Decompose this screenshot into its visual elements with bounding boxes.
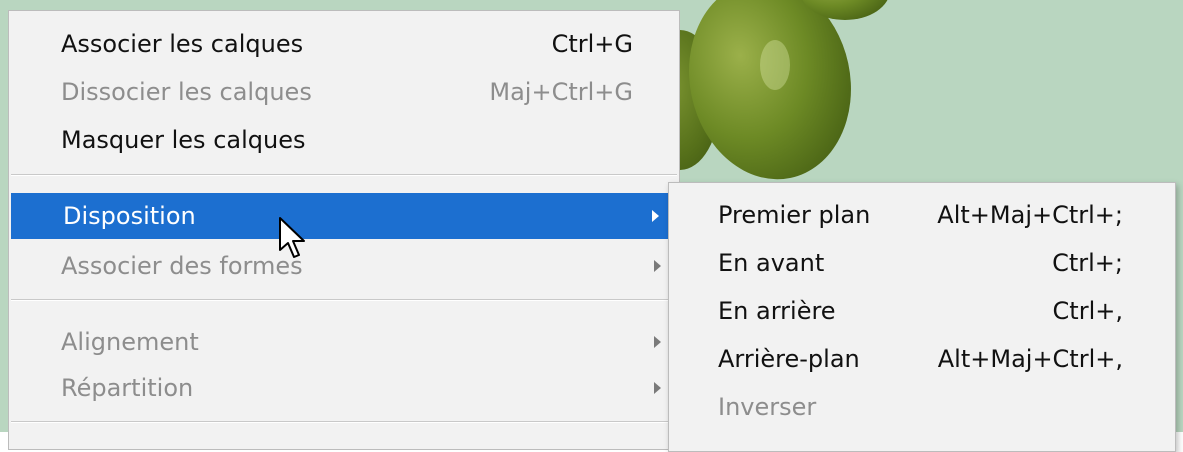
menu-item-label: Alignement <box>61 328 199 356</box>
menu-item-shortcut: Ctrl+, <box>1052 297 1123 325</box>
submenu-item-en-avant[interactable]: En avant Ctrl+; <box>669 240 1175 286</box>
submenu-item-inverser[interactable]: Inverser <box>669 384 1175 430</box>
menu-item-label: Arrière-plan <box>718 345 860 373</box>
menu-item-label: Inverser <box>718 393 817 421</box>
submenu-item-premier-plan[interactable]: Premier plan Alt+Maj+Ctrl+; <box>669 192 1175 238</box>
chevron-right-icon <box>654 382 661 394</box>
menu-item-repartition[interactable]: Répartition <box>9 365 679 411</box>
menu-item-label: Premier plan <box>718 201 871 229</box>
submenu-item-en-arriere[interactable]: En arrière Ctrl+, <box>669 288 1175 334</box>
menu-item-shortcut: Maj+Ctrl+G <box>489 78 633 106</box>
menu-item-label: Associer des formes <box>61 252 303 280</box>
menu-item-associer-formes[interactable]: Associer des formes <box>9 243 679 289</box>
menu-item-shortcut: Alt+Maj+Ctrl+, <box>937 345 1123 373</box>
menu-item-shortcut: Ctrl+G <box>551 30 633 58</box>
menu-item-masquer-calques[interactable]: Masquer les calques <box>9 117 679 163</box>
menu-item-shortcut: Alt+Maj+Ctrl+; <box>937 201 1123 229</box>
mouse-pointer-icon <box>279 217 305 258</box>
chevron-right-icon <box>654 260 661 272</box>
chevron-right-icon <box>654 336 661 348</box>
menu-item-alignement[interactable]: Alignement <box>9 319 679 365</box>
grape-image <box>670 0 870 195</box>
disposition-submenu: Premier plan Alt+Maj+Ctrl+; En avant Ctr… <box>668 182 1176 452</box>
menu-item-label: Répartition <box>61 374 194 402</box>
menu-item-label: Dissocier les calques <box>61 78 312 106</box>
menu-separator <box>11 421 677 423</box>
menu-item-label: En avant <box>718 249 825 277</box>
grape-highlight <box>760 40 790 90</box>
menu-separator <box>11 299 677 301</box>
submenu-item-arriere-plan[interactable]: Arrière-plan Alt+Maj+Ctrl+, <box>669 336 1175 382</box>
layer-context-menu: Associer les calques Ctrl+G Dissocier le… <box>8 10 680 450</box>
menu-item-label: Disposition <box>63 202 196 230</box>
menu-item-shortcut: Ctrl+; <box>1052 249 1123 277</box>
menu-separator <box>11 174 677 176</box>
menu-item-associer-calques[interactable]: Associer les calques Ctrl+G <box>9 21 679 67</box>
menu-item-dissocier-calques[interactable]: Dissocier les calques Maj+Ctrl+G <box>9 69 679 115</box>
menu-item-label: Associer les calques <box>61 30 304 58</box>
menu-item-label: En arrière <box>718 297 836 325</box>
menu-item-disposition[interactable]: Disposition <box>11 193 677 239</box>
menu-item-label: Masquer les calques <box>61 126 306 154</box>
chevron-right-icon <box>652 210 659 222</box>
